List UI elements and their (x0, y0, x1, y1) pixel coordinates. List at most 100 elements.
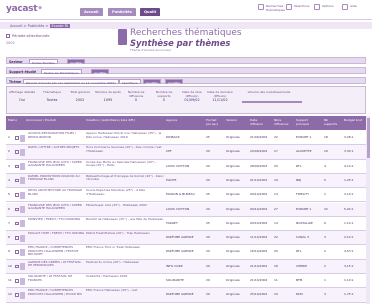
cell-creation[interactable]: Solidarité / Halloween 2002 (86, 275, 164, 279)
ad-thumbnail-icon[interactable] (20, 206, 25, 213)
cell-creation[interactable]: Mollot Fresh/Hallow (20") - Trap Hallowe… (86, 232, 164, 236)
cell-creation[interactable]: EMC France Trick or Treat Halloween (86, 246, 164, 250)
table-row[interactable]: 12 EMC FRANCE / COMPETENCES PRODUITS HALL… (6, 288, 366, 303)
ad-thumbnail-icon[interactable] (20, 148, 25, 156)
tool-aide[interactable]: Aide (342, 4, 366, 16)
cell-annonceur[interactable]: SOLIDARITE / LE FESTIVAL DE FRANCES (28, 275, 86, 282)
cell-annonceur[interactable]: RAMIEL PROMOTIONS KOLROKI AU FROMAGE BLA… (28, 175, 86, 182)
col-format[interactable]: Format (en sec) (206, 118, 220, 126)
row-checkbox[interactable] (15, 236, 19, 240)
cell-creation[interactable]: Fêtes/Super Loto (25") - Halloween 2002 (86, 204, 164, 208)
cell-annonceur[interactable]: FRANCAISE DES JEUX LOTO / SUPER GAGNANTE… (28, 204, 86, 211)
row-checkbox[interactable] (15, 250, 19, 254)
tab-accueil[interactable]: Accueil (80, 8, 103, 16)
tool-recherches[interactable]: Recherches thématiques (258, 4, 285, 16)
col-date[interactable]: Date diffusion (250, 118, 270, 126)
ad-thumbnail-icon[interactable] (20, 234, 25, 242)
ad-thumbnail-icon[interactable] (20, 277, 25, 285)
cell-annonceur[interactable]: ACCROS RESTAURATION FILMS / RESTAURATION (28, 132, 86, 139)
modify-button-2[interactable]: modifier (165, 79, 184, 85)
tool-selections[interactable]: Sélections (286, 4, 310, 16)
row-checkbox[interactable] (15, 178, 19, 183)
cell-creation[interactable]: Hors Commerce Saucisse (20") - Des comme… (86, 146, 164, 153)
table-row[interactable]: 6 FRANCAISE DES JEUX LOTO / SUPER GAGNANT… (6, 202, 366, 217)
cell-date: 20/09/2002 (250, 150, 268, 154)
cell-annonceur[interactable]: FRANCAISE DES JEUX LOTO / SUPER GAGNANTE… (28, 161, 86, 168)
row-checkbox[interactable] (15, 293, 19, 297)
cell-annonceur[interactable]: EMC FRANCE / COMPETENCES PRODUITS HALLOW… (28, 289, 86, 296)
table-row[interactable]: 5 DEVIS ARCHITECTURE AU FROMAGE BLANC Sour… (6, 188, 366, 203)
table-row[interactable]: 8 MOLLOT HATE / FRESH / TTO ODDING Mollot … (6, 231, 366, 246)
table-row[interactable]: 3 FRANCAISE DES JEUX LOTO / SUPER GAGNANT… (6, 160, 366, 174)
ad-thumbnail-icon[interactable] (20, 291, 25, 299)
col-support[interactable]: Support principal (296, 118, 318, 126)
ad-thumbnail-icon[interactable] (20, 263, 25, 271)
filter-label: Support étudié (9, 69, 37, 74)
ad-thumbnail-icon[interactable] (20, 248, 25, 256)
col-creation[interactable]: Création / publicitaire (1ère diff.) (86, 118, 156, 123)
scrollbar[interactable] (366, 116, 370, 304)
cell-nbre: 14 (274, 193, 278, 197)
breadcrumb-home[interactable]: Accueil (10, 24, 23, 28)
row-checkbox[interactable] (15, 279, 19, 283)
table-row[interactable]: 1 ACCROS RESTAURATION FILMS / RESTAURATIO… (6, 131, 366, 146)
cell-creation[interactable]: Bâtisséfromage et fromages de Kolroki (2… (86, 175, 164, 182)
col-nb-supports[interactable]: Nb supports (324, 118, 340, 126)
modify-button[interactable]: modifier (143, 79, 162, 85)
cell-version: Originale (226, 221, 240, 225)
table-row[interactable]: 2 RAPIS / LETTRE / AUTRES PROJETS Hors Com… (6, 145, 366, 160)
cell-creation[interactable]: Soirée des Morts au Spéciale Halloween (… (86, 161, 164, 168)
col-nbre[interactable]: Nbre diffusions (274, 118, 292, 126)
col-annonceur[interactable]: Annonceur / Produit (26, 118, 66, 123)
cell-creation[interactable]: Bientôt de Halloween (25") - une fête de… (86, 218, 164, 222)
cell-creation[interactable]: EMC France Halloween (20") - nuit (86, 289, 164, 293)
modify-button[interactable]: modifier (67, 59, 86, 65)
cell-annonceur[interactable]: EMC FRANCE / COMPETENCES PRODUITS HALLOW… (28, 246, 86, 257)
breadcrumb-section[interactable]: Publicités (28, 24, 45, 28)
table-row[interactable]: 11 SOLIDARITE / LE FESTIVAL DE FRANCES Sol… (6, 274, 366, 289)
cell-memo: 2 (8, 150, 10, 154)
row-checkbox[interactable] (15, 264, 19, 269)
tool-options[interactable]: Options (314, 4, 338, 16)
col-budget[interactable]: Budget brut (344, 118, 362, 123)
ad-thumbnail-icon[interactable] (20, 134, 25, 142)
ad-thumbnail-icon[interactable] (20, 220, 25, 228)
table-row[interactable]: 9 EMC FRANCE / COMPETENCES PRODUITS HALLO… (6, 245, 366, 260)
row-checkbox[interactable] (15, 207, 19, 212)
cell-annonceur[interactable]: DEVIS ARCHITECTURE AU FROMAGE BLANC (28, 189, 86, 196)
period-label: Période sélectionnée (12, 34, 50, 38)
row-checkbox[interactable] (15, 150, 19, 154)
table-row[interactable]: 10 AGENCE DES CRIMES / LE FESTIVAL DE PER… (6, 259, 366, 274)
cell-annonceur[interactable]: MOLLOT HATE / FRESH / TTO ODDING (28, 232, 86, 236)
ad-thumbnail-icon[interactable] (20, 177, 25, 185)
cell-creation[interactable]: Apparu Halloween Parcki nos, Halloween (… (86, 132, 164, 139)
cell-date: 21/10/2002 (250, 279, 268, 282)
row-checkbox[interactable] (15, 136, 19, 140)
scrollbar-thumb[interactable] (366, 118, 370, 158)
cell-creation[interactable]: Souris Papa Des Monstres (25") - à fête … (86, 189, 164, 196)
cell-budget: 3,34 k (344, 150, 354, 154)
cell-support: EUROPE 1 (296, 207, 312, 211)
row-checkbox[interactable] (15, 164, 19, 169)
logo[interactable]: yacast• (6, 4, 43, 14)
tab-publicites[interactable]: Publicités (108, 8, 136, 16)
cell-creation[interactable]: Festival du Crime (20") - Halloween (86, 261, 164, 265)
tab-qualit[interactable]: Qualit (140, 8, 161, 16)
table-row[interactable]: 4 RAMIEL PROMOTIONS KOLROKI AU FROMAGE BL… (6, 173, 366, 189)
col-memo[interactable]: Mémo (8, 118, 17, 123)
period-checkbox[interactable] (6, 34, 10, 38)
ad-thumbnail-icon[interactable] (20, 191, 25, 199)
row-checkbox[interactable] (15, 193, 19, 197)
row-checkbox[interactable] (15, 221, 19, 226)
breadcrumb: Accueil > Publicités > Ecoute RI (10, 23, 71, 28)
cell-annonceur[interactable]: MONSTER / FRESH / TTO DONDING (28, 218, 86, 222)
cell-annonceur[interactable]: RAPIS / LETTRE / AUTRES PROJETS (28, 146, 86, 150)
col-agence[interactable]: Agence (166, 118, 177, 123)
cell-annonceur[interactable]: AGENCE DES CRIMES / LE FESTIVAL DE PERIO… (28, 261, 86, 268)
filter-chip-specific: Spécifique (119, 79, 141, 85)
ad-thumbnail-icon[interactable] (20, 163, 25, 171)
col-version[interactable]: Version (226, 118, 237, 123)
modify-button[interactable]: modifier (91, 69, 110, 75)
cell-version: Originale (226, 164, 240, 168)
table-row[interactable]: 7 MONSTER / FRESH / TTO DONDING Bientôt de… (6, 217, 366, 232)
